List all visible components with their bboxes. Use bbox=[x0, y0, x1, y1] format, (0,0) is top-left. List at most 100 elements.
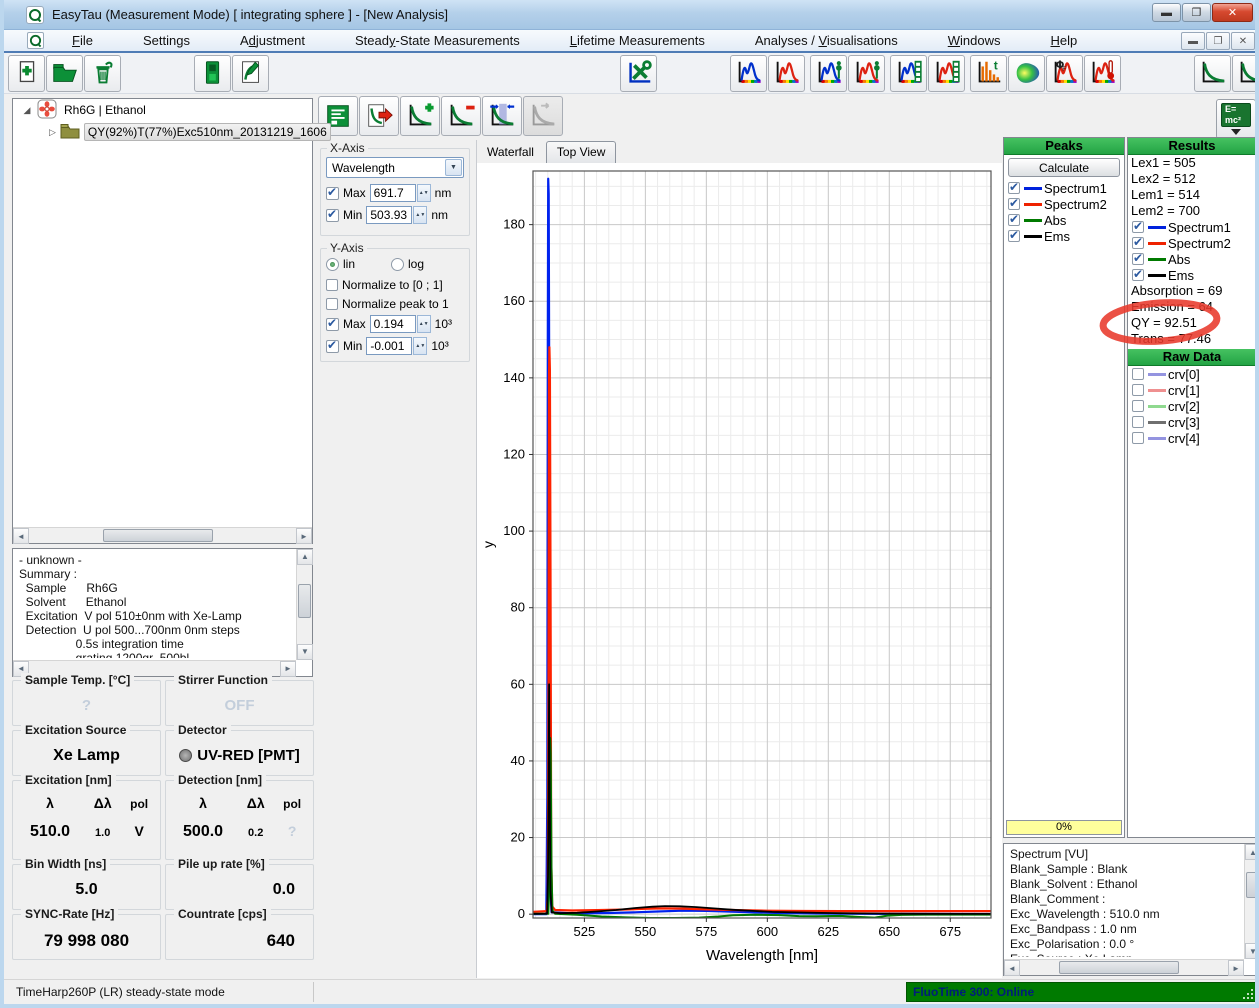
export-curve-button[interactable] bbox=[359, 96, 399, 136]
emission-anisotropy-button[interactable] bbox=[848, 55, 885, 92]
x-axis-mode-select[interactable]: Wavelength ▼ bbox=[326, 157, 464, 178]
series-color-swatch bbox=[1148, 421, 1166, 424]
raw-curve-crv3: crv[3] bbox=[1128, 414, 1256, 430]
scroll-right-icon[interactable]: ► bbox=[296, 528, 312, 544]
equation-wizard-button[interactable]: E=mc² bbox=[1216, 99, 1256, 139]
x-min-spinner[interactable]: ▲▼ bbox=[413, 206, 427, 224]
measurement-settings-button[interactable] bbox=[620, 55, 657, 92]
tree-hscroll-thumb[interactable] bbox=[103, 529, 213, 542]
maximize-button[interactable]: ❐ bbox=[1182, 3, 1211, 22]
summary-vscroll-thumb[interactable] bbox=[298, 584, 311, 618]
results-series-spectrum1-checkbox[interactable] bbox=[1132, 221, 1144, 233]
scroll-right-icon[interactable]: ► bbox=[1228, 960, 1244, 976]
info-vscroll-thumb[interactable] bbox=[1246, 872, 1259, 898]
excitation-kinetics-button[interactable] bbox=[890, 55, 927, 92]
results-series-ems-checkbox[interactable] bbox=[1132, 269, 1144, 281]
calculate-button[interactable]: Calculate bbox=[1008, 158, 1120, 177]
menu-item-analyses-visualisations[interactable]: Analyses / Visualisations bbox=[741, 31, 912, 50]
results-series-abs-checkbox[interactable] bbox=[1132, 253, 1144, 265]
summary-vscrollbar[interactable]: ▲ ▼ bbox=[296, 549, 312, 660]
subtract-curve-button[interactable] bbox=[441, 96, 481, 136]
spectrum-chart[interactable]: 5255505756006256506750204060801001201401… bbox=[477, 163, 1002, 978]
menu-item-lifetime-measurements[interactable]: Lifetime Measurements bbox=[556, 31, 719, 50]
menu-item-adjustment[interactable]: Adjustment bbox=[226, 31, 319, 50]
open-file-button[interactable] bbox=[46, 55, 83, 92]
y-log-radio[interactable] bbox=[391, 258, 404, 271]
peaks-series-spectrum1-checkbox[interactable] bbox=[1008, 182, 1020, 194]
quantum-yield-button[interactable]: ΦF bbox=[1046, 55, 1083, 92]
scroll-down-icon[interactable]: ▼ bbox=[297, 644, 313, 660]
add-curve-button[interactable] bbox=[400, 96, 440, 136]
resize-grip[interactable] bbox=[1241, 987, 1253, 999]
edit-measurement-button[interactable] bbox=[232, 55, 269, 92]
peaks-series-abs-checkbox[interactable] bbox=[1008, 214, 1020, 226]
tree-child-label[interactable]: QY(92%)T(77%)Exc510nm_20131219_1606 bbox=[84, 123, 331, 141]
scroll-left-icon[interactable]: ◄ bbox=[13, 528, 29, 544]
close-button[interactable]: ✕ bbox=[1212, 3, 1253, 22]
scroll-left-icon[interactable]: ◄ bbox=[1004, 960, 1020, 976]
excitation-anisotropy-button[interactable] bbox=[810, 55, 847, 92]
raw-curve-crv4-checkbox[interactable] bbox=[1132, 432, 1144, 444]
save-measurement-button[interactable] bbox=[194, 55, 231, 92]
excitation-spectrum-button[interactable] bbox=[730, 55, 767, 92]
normalize-range-checkbox[interactable] bbox=[326, 279, 338, 291]
y-min-spinner[interactable]: ▲▼ bbox=[413, 337, 427, 355]
new-measurement-button[interactable] bbox=[8, 55, 45, 92]
result-line: Absorption = 69 bbox=[1128, 283, 1256, 299]
raw-curve-crv1-checkbox[interactable] bbox=[1132, 384, 1144, 396]
peaks-series-spectrum2-checkbox[interactable] bbox=[1008, 198, 1020, 210]
tree-root-label[interactable]: Rh6G | Ethanol bbox=[61, 102, 149, 118]
y-max-checkbox[interactable] bbox=[326, 318, 339, 331]
zoom-range-button[interactable] bbox=[482, 96, 522, 136]
y-lin-radio[interactable] bbox=[326, 258, 339, 271]
delete-measurement-button[interactable] bbox=[84, 55, 121, 92]
emission-spectrum-button[interactable] bbox=[768, 55, 805, 92]
decay-button[interactable] bbox=[1194, 55, 1231, 92]
menu-item-steady-state-measurements[interactable]: Steady-State Measurements bbox=[341, 31, 534, 50]
tcspc-histogram-button[interactable]: t bbox=[970, 55, 1007, 92]
x-max-checkbox[interactable] bbox=[326, 187, 339, 200]
scroll-up-icon[interactable]: ▲ bbox=[1245, 844, 1259, 860]
scroll-down-icon[interactable]: ▼ bbox=[1245, 943, 1259, 959]
emission-kinetics-button[interactable] bbox=[928, 55, 965, 92]
menu-item-windows[interactable]: Windows bbox=[934, 31, 1015, 50]
minimize-button[interactable]: ▬ bbox=[1152, 3, 1181, 22]
tab-waterfall[interactable]: Waterfall bbox=[477, 142, 544, 163]
info-vscrollbar[interactable]: ▲ ▼ bbox=[1244, 844, 1259, 959]
raw-curve-crv0-checkbox[interactable] bbox=[1132, 368, 1144, 380]
y-max-spinner[interactable]: ▲▼ bbox=[417, 315, 431, 333]
menu-item-help[interactable]: Help bbox=[1037, 31, 1092, 50]
y-min-input[interactable]: -0.001 bbox=[366, 337, 412, 355]
temperature-series-button[interactable] bbox=[1084, 55, 1121, 92]
y-max-input[interactable]: 0.194 bbox=[370, 315, 416, 333]
x-max-spinner[interactable]: ▲▼ bbox=[417, 184, 431, 202]
titlebar[interactable]: EasyTau (Measurement Mode) [ integrating… bbox=[0, 0, 1259, 30]
peaks-series-ems-checkbox[interactable] bbox=[1008, 230, 1020, 242]
tree-root-row[interactable]: ◢ Rh6G | Ethanol bbox=[13, 99, 312, 121]
y-min-checkbox[interactable] bbox=[326, 340, 339, 353]
contour-plot-button[interactable] bbox=[1008, 55, 1045, 92]
mdi-restore-button[interactable]: ❐ bbox=[1206, 32, 1230, 50]
mdi-close-button[interactable]: ✕ bbox=[1231, 32, 1255, 50]
expander-open-icon[interactable]: ◢ bbox=[21, 105, 33, 116]
scroll-up-icon[interactable]: ▲ bbox=[297, 549, 313, 565]
menu-item-file[interactable]: File bbox=[58, 31, 107, 50]
menu-item-settings[interactable]: Settings bbox=[129, 31, 204, 50]
normalize-peak-checkbox[interactable] bbox=[326, 298, 338, 310]
scroll-right-icon[interactable]: ► bbox=[280, 661, 296, 677]
info-hscroll-thumb[interactable] bbox=[1059, 961, 1179, 974]
tree-hscrollbar[interactable]: ◄ ► bbox=[13, 527, 312, 543]
info-hscrollbar[interactable]: ◄ ► bbox=[1004, 959, 1244, 975]
mdi-minimize-button[interactable]: ▬ bbox=[1181, 32, 1205, 50]
expander-closed-icon[interactable]: ▷ bbox=[49, 127, 56, 138]
tab-top-view[interactable]: Top View bbox=[546, 141, 616, 163]
results-series-spectrum2-checkbox[interactable] bbox=[1132, 237, 1144, 249]
decay-anisotropy-button[interactable] bbox=[1232, 55, 1259, 92]
raw-curve-crv3-checkbox[interactable] bbox=[1132, 416, 1144, 428]
x-min-input[interactable]: 503.93 bbox=[366, 206, 412, 224]
chevron-down-icon[interactable]: ▼ bbox=[445, 159, 462, 176]
tree-child-row[interactable]: ▷ QY(92%)T(77%)Exc510nm_20131219_1606 bbox=[13, 121, 312, 143]
raw-curve-crv2-checkbox[interactable] bbox=[1132, 400, 1144, 412]
x-min-checkbox[interactable] bbox=[326, 209, 339, 222]
x-max-input[interactable]: 691.7 bbox=[370, 184, 416, 202]
